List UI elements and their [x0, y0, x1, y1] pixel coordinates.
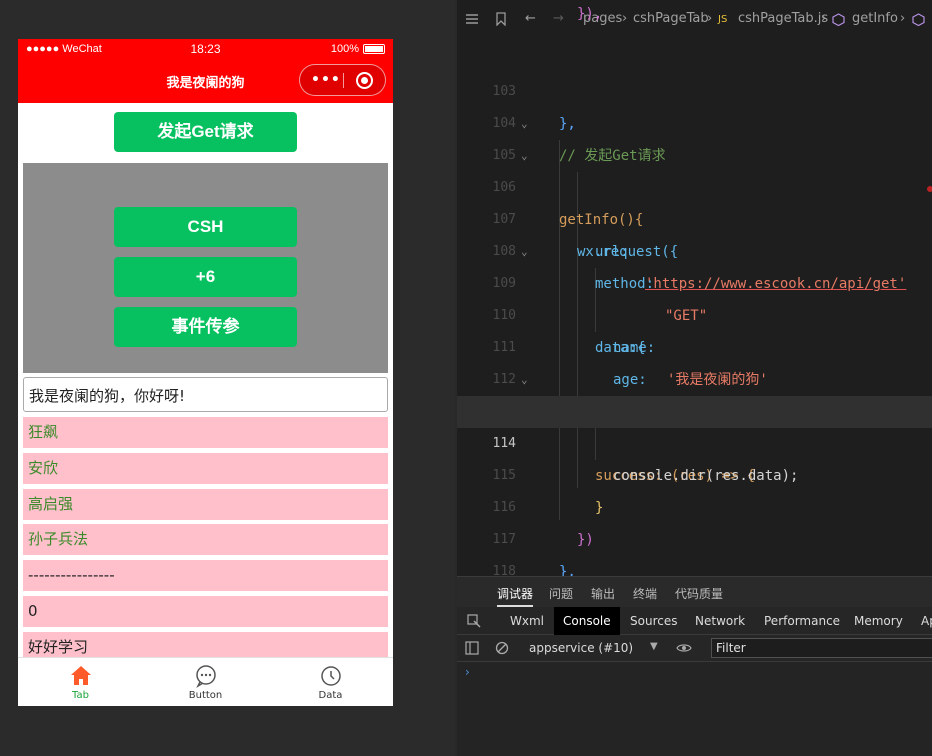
plus-six-button[interactable]: +6: [114, 257, 297, 297]
fold-chevron-icon[interactable]: ⌄: [521, 140, 528, 172]
devtools-panel: 调试器 问题 输出 终端 代码质量 Wxml Console Sources N…: [457, 576, 932, 756]
tab-more[interactable]: Ap: [912, 607, 932, 635]
code-line: 106 ⌄ wx.request({: [457, 140, 932, 260]
clock-icon: [320, 666, 341, 686]
tab-code-quality[interactable]: 代码质量: [675, 585, 723, 602]
home-icon: [70, 666, 91, 685]
more-icon[interactable]: •••: [311, 73, 341, 87]
list-item: 孙子兵法: [23, 524, 388, 555]
page-body: 发起Get请求 CSH +6 事件传参 我是夜阑的狗，你好呀! 狂飙 安欣 高启…: [18, 103, 393, 657]
tab-wxml[interactable]: Wxml: [501, 607, 553, 635]
csh-button[interactable]: CSH: [114, 207, 297, 247]
code-text: }),: [577, 6, 603, 22]
close-target-icon[interactable]: [356, 72, 373, 89]
code-line: 112 },: [457, 332, 932, 420]
phone-screen: ●●●●● WeChat 18:23 100% 我是夜阑的狗 ••• 发起Get…: [18, 39, 393, 706]
battery-icon: [363, 44, 385, 54]
code-line: 107 url: 'https://www.escook.cn/api/get': [457, 172, 932, 292]
battery-percent: 100%: [330, 43, 359, 55]
tab-network[interactable]: Network: [686, 607, 754, 635]
tab-issues[interactable]: 问题: [549, 585, 573, 602]
message-input[interactable]: 我是夜阑的狗，你好呀!: [23, 377, 388, 412]
list-item: ----------------: [23, 560, 388, 591]
menu-capsule[interactable]: •••: [299, 64, 386, 96]
line-number: 118: [492, 564, 516, 576]
console-toolbar: appservice (#10) ▼ Filter: [457, 635, 932, 662]
devtools-tabs: Wxml Console Sources Network Performance…: [457, 607, 932, 635]
list-item: 高启强: [23, 489, 388, 520]
tab-debugger[interactable]: 调试器: [497, 585, 534, 607]
code-line-current: 114 console.dir(res.data);: [457, 396, 932, 484]
chat-bubble-icon: [195, 665, 216, 688]
console-prompt[interactable]: ›: [465, 665, 470, 679]
devtools-top-tabs: 调试器 问题 输出 终端 代码质量: [457, 577, 932, 607]
list-item: 安欣: [23, 453, 388, 484]
tab-label: Data: [318, 690, 343, 701]
code-line: 116 }): [457, 460, 932, 548]
status-bar: ●●●●● WeChat 18:23 100%: [18, 39, 393, 59]
tab-output[interactable]: 输出: [591, 585, 615, 602]
fold-chevron-icon[interactable]: ⌄: [521, 108, 528, 140]
tab-home[interactable]: Tab: [18, 658, 143, 706]
tab-terminal[interactable]: 终端: [633, 585, 657, 602]
code-line: 104 // 发起Get请求: [457, 76, 932, 164]
tab-bar: Tab Button Data: [18, 657, 393, 706]
context-select[interactable]: appservice (#10): [529, 641, 633, 655]
list-item: 狂飙: [23, 417, 388, 448]
tab-sources[interactable]: Sources: [621, 607, 686, 635]
capsule-divider: [343, 73, 344, 88]
tab-console[interactable]: Console: [554, 607, 620, 635]
navigation-bar: 我是夜阑的狗 •••: [18, 59, 393, 103]
battery-indicator: 100%: [331, 43, 385, 55]
eye-icon[interactable]: [676, 642, 692, 654]
code-text: },: [559, 564, 576, 576]
inspect-element-icon[interactable]: [467, 614, 481, 628]
code-line: 118 }): [457, 524, 932, 576]
fold-chevron-icon[interactable]: ⌄: [521, 236, 528, 268]
code-line: 111 age: 20: [457, 300, 932, 420]
simulator-pane: ●●●●● WeChat 18:23 100% 我是夜阑的狗 ••• 发起Get…: [0, 0, 455, 756]
code-line: 109 ⌄ data:{: [457, 236, 932, 356]
breakpoint-dot[interactable]: [927, 186, 932, 192]
sidebar-toggle-icon[interactable]: [465, 641, 479, 655]
event-param-button[interactable]: 事件传参: [114, 307, 297, 347]
code-line: 117 },: [457, 492, 932, 576]
code-editor[interactable]: ← → pages › cshPageTab › JS cshPageTab.j…: [457, 0, 932, 576]
fold-chevron-icon[interactable]: ⌄: [521, 364, 528, 396]
code-line: 113 ⌄ success: (res) => {: [457, 364, 932, 484]
get-request-button[interactable]: 发起Get请求: [114, 112, 297, 152]
chevron-down-icon[interactable]: ▼: [650, 641, 658, 652]
code-line: 103 },: [457, 44, 932, 132]
code-line: 108 method: "GET": [457, 204, 932, 324]
tab-performance[interactable]: Performance: [755, 607, 849, 635]
tab-button[interactable]: Button: [143, 658, 268, 706]
clear-console-icon[interactable]: [495, 641, 509, 655]
code-line: 110 name: '我是夜阑的狗': [457, 268, 932, 388]
tab-label: Tab: [72, 690, 89, 701]
code-line: 115 }: [457, 428, 932, 516]
tab-memory[interactable]: Memory: [845, 607, 912, 635]
code-line: }),: [457, 6, 932, 38]
list-item: 好好学习: [23, 632, 388, 657]
tab-data[interactable]: Data: [268, 658, 393, 706]
list-item: 0: [23, 596, 388, 627]
tab-label: Button: [188, 690, 223, 701]
filter-input[interactable]: Filter: [711, 638, 932, 658]
code-line: 105 ⌄ getInfo(){: [457, 108, 932, 228]
